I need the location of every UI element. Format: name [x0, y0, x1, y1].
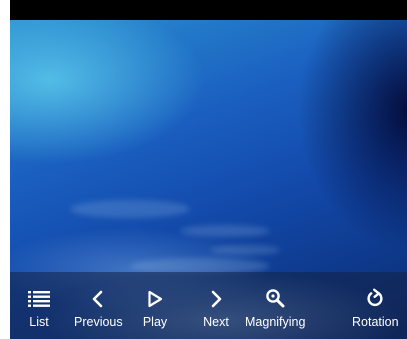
play-label: Play: [142, 315, 168, 329]
play-icon: [135, 272, 175, 308]
magnifying-button[interactable]: Magnifying: [245, 272, 305, 339]
magnify-icon: [255, 272, 295, 308]
rotation-label: Rotation: [352, 315, 399, 329]
chevron-left-icon: [78, 272, 118, 308]
rotation-button[interactable]: Rotation: [352, 272, 399, 339]
previous-button[interactable]: Previous: [74, 272, 123, 339]
next-button[interactable]: Next: [196, 272, 236, 339]
next-label: Next: [203, 315, 229, 329]
bottom-toolbar: List Previous Play Next Magnifying Rotat…: [10, 272, 407, 339]
previous-label: Previous: [74, 315, 123, 329]
list-icon: [19, 272, 59, 308]
status-bar: [10, 0, 407, 20]
magnifying-label: Magnifying: [245, 315, 306, 329]
viewer-screen: List Previous Play Next Magnifying Rotat…: [10, 0, 407, 339]
chevron-right-icon: [196, 272, 236, 308]
list-label: List: [29, 315, 49, 329]
list-button[interactable]: List: [19, 272, 59, 339]
play-button[interactable]: Play: [135, 272, 175, 339]
rotate-icon: [355, 272, 395, 308]
